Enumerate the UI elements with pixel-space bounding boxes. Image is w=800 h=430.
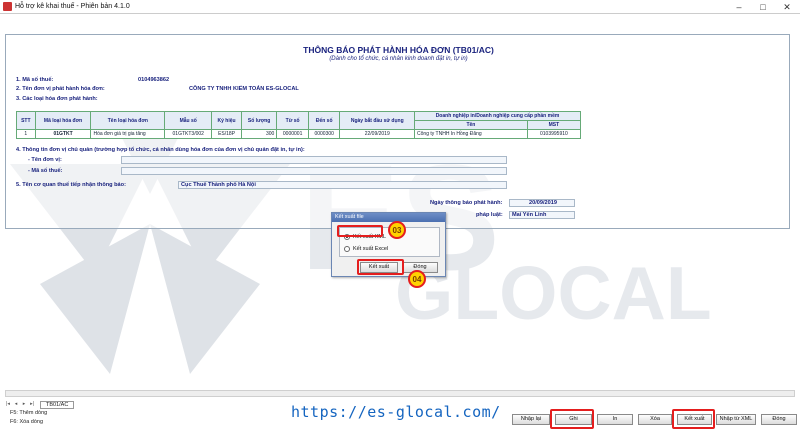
highlight-export-button <box>672 409 715 429</box>
minimize-icon[interactable]: – <box>727 0 751 14</box>
parent-unit-label: 4. Thông tin đơn vị chủ quản (trường hợp… <box>16 147 305 153</box>
table-cell[interactable]: 0000001 <box>276 129 309 139</box>
company-label: 2. Tên đơn vị phát hành hóa đơn: <box>16 86 105 92</box>
col-printer-name: Tên <box>414 120 528 130</box>
company-value[interactable]: CÔNG TY TNHH KIỂM TOÁN ES-GLOCAL <box>189 86 299 92</box>
delete-button[interactable]: Xóa <box>638 414 672 425</box>
table-cell[interactable]: 22/09/2019 <box>339 129 416 139</box>
last-sheet-icon[interactable]: ▸| <box>29 401 35 408</box>
col-name: Tên loại hóa đơn <box>90 111 166 130</box>
form-heading: THÔNG BÁO PHÁT HÀNH HÓA ĐƠN (TB01/AC) <box>303 45 494 55</box>
col-qty: Số lượng <box>240 111 278 130</box>
table-cell[interactable]: 01GTKT3/002 <box>164 129 213 139</box>
col-form: Mẫu số <box>164 111 213 130</box>
form-subheading: (Dành cho tổ chức, cá nhân kinh doanh đặ… <box>329 56 468 62</box>
sheet-tab-bar: |◂ ◂ ▸ ▸| TB01/AC <box>5 400 75 409</box>
col-printer-mst: MST <box>526 120 582 130</box>
prev-sheet-icon[interactable]: ◂ <box>13 401 19 408</box>
parent-tax-field[interactable] <box>121 167 507 175</box>
legal-rep-field[interactable]: Mai Yến Linh <box>509 211 575 219</box>
import-xml-button[interactable]: Nhập từ XML <box>716 414 756 425</box>
export-excel-label: Kết xuất Excel <box>353 246 389 252</box>
import-again-button[interactable]: Nhập lại <box>512 414 550 425</box>
table-cell[interactable]: Hóa đơn giá trị gia tăng <box>90 129 166 139</box>
parent-tax-label: - Mã số thuế: <box>28 168 63 174</box>
close-icon[interactable]: ✕ <box>775 0 799 14</box>
table-cell[interactable]: 1 <box>16 129 36 139</box>
workspace: ES GLOCAL THÔNG BÁO PHÁT HÀNH HÓA ĐƠN (T… <box>0 14 800 399</box>
col-from: Từ số <box>276 111 309 130</box>
parent-name-field[interactable] <box>121 156 507 164</box>
highlight-xml-option <box>337 225 383 237</box>
tax-id-label: 1. Mã số thuế: <box>16 77 54 83</box>
tax-office-label: 5. Tên cơ quan thuế tiếp nhận thông báo: <box>16 182 126 188</box>
col-stt: STT <box>16 111 36 130</box>
col-code: Mã loại hóa đơn <box>34 111 92 130</box>
col-start-date: Ngày bắt đầu sử dụng <box>339 111 416 130</box>
maximize-icon[interactable]: □ <box>751 0 775 14</box>
table-cell[interactable]: ES/18P <box>211 129 242 139</box>
window-title: Hỗ trợ kê khai thuế - Phiên bản 4.1.0 <box>15 3 130 10</box>
step-marker-04: 04 <box>408 270 426 288</box>
table-cell[interactable]: Công ty TNHH In Hồng Đăng <box>414 129 528 139</box>
parent-name-label: - Tên đơn vị: <box>28 157 62 163</box>
sheet-tab[interactable]: TB01/AC <box>40 400 75 409</box>
table-cell[interactable]: 0000300 <box>307 129 341 139</box>
horizontal-scrollbar[interactable] <box>5 390 795 397</box>
form-tb01ac: THÔNG BÁO PHÁT HÀNH HÓA ĐƠN (TB01/AC) (D… <box>5 34 790 229</box>
next-sheet-icon[interactable]: ▸ <box>21 401 27 408</box>
col-symbol: Ký hiệu <box>211 111 242 130</box>
tax-id-value[interactable]: 0104963862 <box>138 77 169 83</box>
step-marker-03: 03 <box>388 221 406 239</box>
table-cell[interactable]: 300 <box>240 129 278 139</box>
print-button[interactable]: In <box>597 414 633 425</box>
legal-rep-label: pháp luật: <box>476 212 503 218</box>
col-to: Đến số <box>307 111 341 130</box>
col-printer-group: Doanh nghiệp in/Doanh nghiệp cung cấp ph… <box>414 111 581 121</box>
highlight-save-button <box>550 409 594 429</box>
first-sheet-icon[interactable]: |◂ <box>5 401 11 408</box>
invoice-table: STT Mã loại hóa đơn Tên loại hóa đơn Mẫu… <box>16 111 582 139</box>
table-row[interactable]: 1 01GTKT Hóa đơn giá trị gia tăng 01GTKT… <box>16 129 582 139</box>
app-icon <box>3 2 12 11</box>
hint-f5: F5: Thêm dòng <box>10 410 48 416</box>
invoice-types-label: 3. Các loại hóa đơn phát hành: <box>16 96 98 102</box>
export-excel-option[interactable]: Kết xuất Excel <box>344 246 388 252</box>
highlight-dialog-export <box>357 259 404 275</box>
radio-icon[interactable] <box>344 246 350 252</box>
table-cell[interactable]: 0103995910 <box>526 129 582 139</box>
notice-date-label: Ngày thông báo phát hành: <box>430 200 503 206</box>
website-url: https://es-glocal.com/ <box>291 403 501 421</box>
table-cell[interactable]: 01GTKT <box>34 129 92 139</box>
notice-date-field[interactable]: 20/09/2019 <box>509 199 575 207</box>
title-bar: Hỗ trợ kê khai thuế - Phiên bản 4.1.0 <box>0 0 800 14</box>
dialog-title: Kết xuất file <box>332 213 445 222</box>
hint-f6: F6: Xóa dòng <box>10 419 44 425</box>
tax-office-field[interactable]: Cục Thuế Thành phố Hà Nội <box>178 181 507 189</box>
close-button[interactable]: Đóng <box>761 414 797 425</box>
